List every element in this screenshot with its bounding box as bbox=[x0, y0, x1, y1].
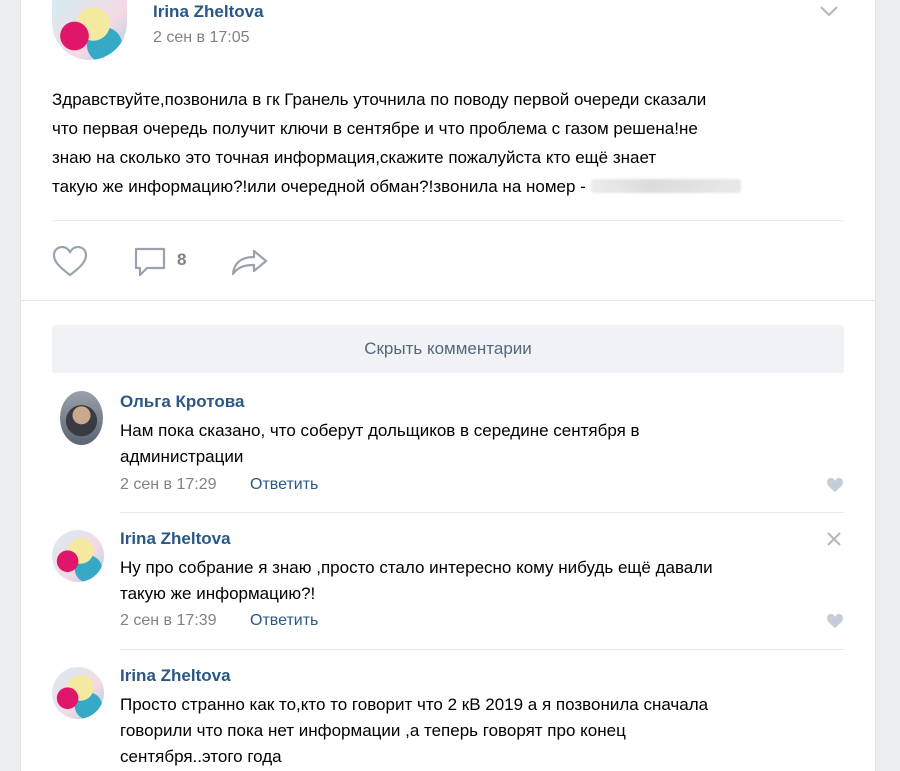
comment-avatar[interactable] bbox=[60, 391, 103, 445]
comment-text: Ну про собрание я знаю ,просто стало инт… bbox=[120, 555, 840, 607]
comment-text: Нам пока сказано, что соберут дольщиков … bbox=[120, 418, 840, 470]
comment-text-line: администрации bbox=[120, 447, 244, 466]
post-divider bbox=[52, 220, 844, 221]
comment-author[interactable]: Ольга Кротова bbox=[120, 392, 244, 412]
reply-button[interactable]: Ответить bbox=[250, 612, 318, 630]
comment-avatar[interactable] bbox=[52, 667, 104, 719]
share-arrow-icon[interactable] bbox=[230, 247, 270, 277]
comment-text: Просто странно как то,кто то говорит что… bbox=[120, 692, 840, 770]
comment-divider bbox=[120, 649, 844, 650]
post-text-line-content: такую же информацию?!или очередной обман… bbox=[52, 177, 586, 196]
post-date[interactable]: 2 сен в 17:05 bbox=[153, 29, 250, 47]
comment-date[interactable]: 2 сен в 17:39 bbox=[120, 612, 217, 630]
comment-text-line: Ну про собрание я знаю ,просто стало инт… bbox=[120, 558, 713, 577]
hide-comments-button[interactable]: Скрыть комментарии bbox=[52, 325, 844, 373]
heart-icon[interactable] bbox=[826, 613, 844, 629]
comment-avatar[interactable] bbox=[52, 530, 104, 582]
post-text-line: такую же информацию?!или очередной обман… bbox=[52, 172, 852, 201]
comment-text-line: Нам пока сказано, что соберут дольщиков … bbox=[120, 421, 640, 440]
comment-icon[interactable] bbox=[133, 246, 167, 278]
post-text-line: что первая очередь получит ключи в сентя… bbox=[52, 119, 698, 138]
comment-divider bbox=[120, 512, 844, 513]
heart-icon[interactable] bbox=[52, 246, 88, 278]
actions-divider bbox=[20, 300, 876, 301]
post-text-line: Здравствуйте,позвонила в гк Гранель уточ… bbox=[52, 90, 707, 109]
heart-icon[interactable] bbox=[826, 477, 844, 493]
comment-text-line: говорили что пока нет информации ,а тепе… bbox=[120, 721, 626, 740]
comment-text-line: сентября..этого года bbox=[120, 747, 282, 766]
close-icon[interactable] bbox=[826, 531, 842, 547]
comment-text-line: Просто странно как то,кто то говорит что… bbox=[120, 695, 709, 714]
comments-count[interactable]: 8 bbox=[177, 250, 186, 270]
comment-author[interactable]: Irina Zheltova bbox=[120, 529, 231, 549]
redacted-phone bbox=[590, 179, 741, 193]
comment-author[interactable]: Irina Zheltova bbox=[120, 666, 231, 686]
post-text-line: знаю на сколько это точная информация,ск… bbox=[52, 148, 657, 167]
chevron-down-icon[interactable] bbox=[818, 4, 840, 18]
post-author-name[interactable]: Irina Zheltova bbox=[153, 2, 264, 22]
comment-date[interactable]: 2 сен в 17:29 bbox=[120, 476, 217, 494]
reply-button[interactable]: Ответить bbox=[250, 476, 318, 494]
post-text: Здравствуйте,позвонила в гк Гранель уточ… bbox=[52, 85, 852, 201]
comment-text-line: такую же информацию?! bbox=[120, 584, 316, 603]
